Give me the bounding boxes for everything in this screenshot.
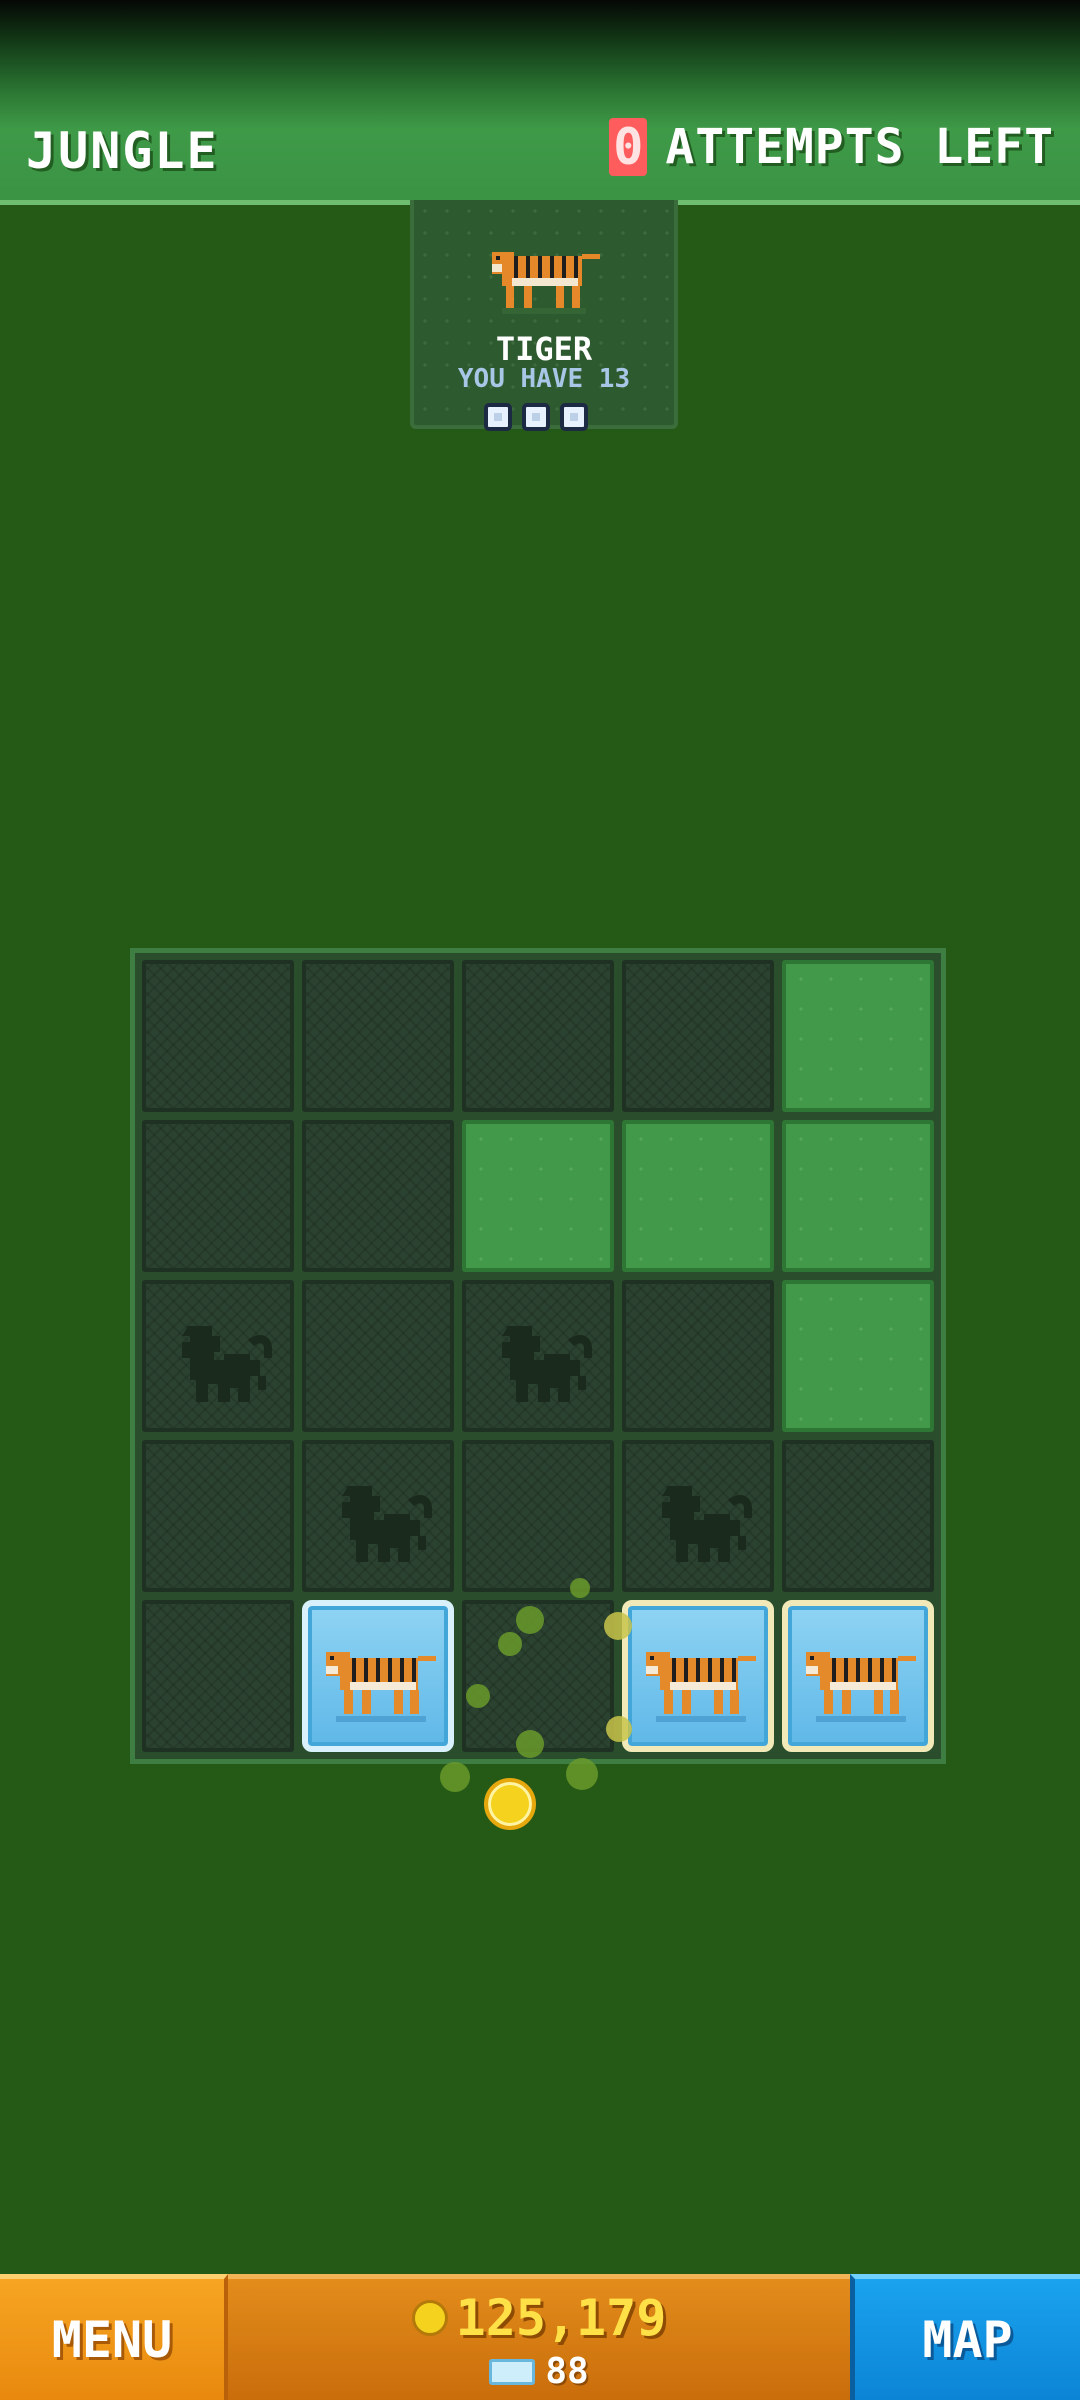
hidden-tile[interactable]	[782, 1440, 934, 1592]
particle	[606, 1716, 632, 1742]
top-bar: JUNGLE 0 ATTEMPTS LEFT	[0, 0, 1080, 205]
hidden-tile[interactable]	[142, 1440, 294, 1592]
monkey-silhouette-icon	[490, 1316, 594, 1412]
hidden-tile[interactable]	[302, 960, 454, 1112]
hidden-tile[interactable]	[622, 1440, 774, 1592]
hidden-tile[interactable]	[622, 1280, 774, 1432]
hidden-tile[interactable]	[302, 1120, 454, 1272]
hidden-tile[interactable]	[302, 1280, 454, 1432]
grass-tile[interactable]	[782, 1120, 934, 1272]
monkey-silhouette-icon	[650, 1476, 754, 1572]
hidden-tile[interactable]	[142, 960, 294, 1112]
particle	[440, 1762, 470, 1792]
particle	[604, 1612, 632, 1640]
target-animal-card: TIGER YOU HAVE 13	[410, 200, 678, 431]
tiger-icon	[638, 1636, 760, 1726]
particle	[516, 1606, 544, 1634]
attempts-label: ATTEMPTS LEFT	[665, 119, 1054, 175]
hidden-tile[interactable]	[462, 1280, 614, 1432]
hidden-tile[interactable]	[142, 1280, 294, 1432]
tiger-icon	[492, 252, 600, 314]
coins-value: 125,179	[455, 2289, 667, 2347]
grass-tile[interactable]	[462, 1120, 614, 1272]
monkey-silhouette-icon	[170, 1316, 274, 1412]
particle	[498, 1632, 522, 1656]
tiger-tile[interactable]	[622, 1600, 774, 1752]
target-animal-name: TIGER	[495, 330, 593, 368]
target-owned-count: YOU HAVE 13	[457, 364, 631, 394]
coins-display: 125,179	[228, 2289, 850, 2347]
tiger-tile[interactable]	[302, 1600, 454, 1752]
hidden-tile[interactable]	[462, 1440, 614, 1592]
coin-icon	[484, 1778, 536, 1830]
attempts-indicator: 0 ATTEMPTS LEFT	[609, 118, 1054, 176]
tiger-icon	[318, 1636, 440, 1726]
grass-tile[interactable]	[622, 1120, 774, 1272]
progress-slots	[484, 403, 588, 431]
hidden-tile[interactable]	[462, 960, 614, 1112]
progress-slot	[522, 403, 550, 431]
level-name: JUNGLE	[26, 122, 219, 180]
menu-button[interactable]: MENU	[0, 2274, 228, 2400]
hidden-tile[interactable]	[142, 1120, 294, 1272]
hidden-tile[interactable]	[622, 960, 774, 1112]
particle	[516, 1730, 544, 1758]
gems-display: 88	[228, 2351, 850, 2392]
bottom-bar: MENU 125,179 88 MAP	[0, 2274, 1080, 2400]
progress-slot	[484, 403, 512, 431]
attempts-count: 0	[609, 118, 648, 176]
wallet-panel: 125,179 88	[228, 2274, 850, 2400]
map-button[interactable]: MAP	[850, 2274, 1080, 2400]
grass-tile[interactable]	[782, 960, 934, 1112]
particle	[466, 1684, 490, 1708]
hidden-tile[interactable]	[302, 1440, 454, 1592]
gem-icon	[489, 2358, 536, 2385]
gems-value: 88	[545, 2351, 589, 2392]
coin-icon	[411, 2300, 448, 2336]
game-board	[130, 948, 946, 1764]
progress-slot	[560, 403, 588, 431]
tiger-icon	[798, 1636, 920, 1726]
grass-tile[interactable]	[782, 1280, 934, 1432]
monkey-silhouette-icon	[330, 1476, 434, 1572]
particle	[566, 1758, 598, 1790]
tiger-tile[interactable]	[782, 1600, 934, 1752]
particle	[570, 1578, 590, 1598]
hidden-tile[interactable]	[142, 1600, 294, 1752]
